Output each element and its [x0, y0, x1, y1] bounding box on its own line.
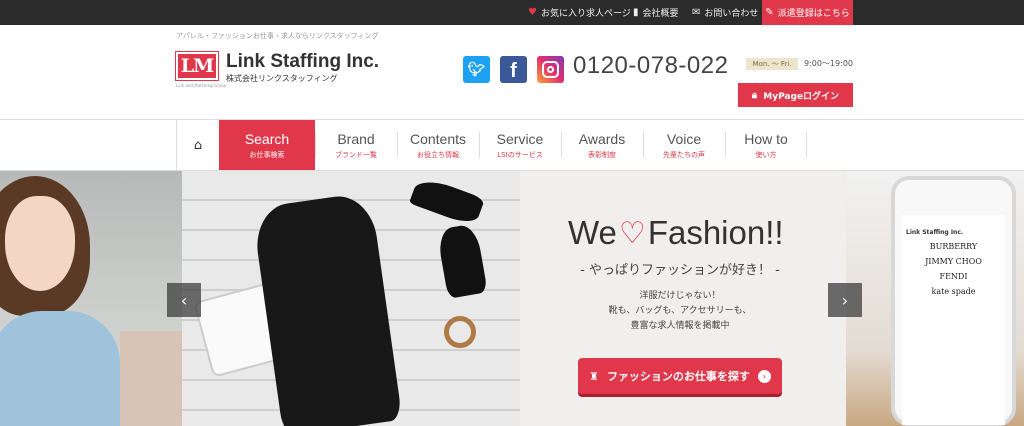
nav-label-jp: 表彰制度 — [588, 150, 616, 159]
find-fashion-jobs-button[interactable]: ♜ ファッションのお仕事を探す › — [578, 358, 782, 394]
prev-slide-image — [0, 171, 182, 426]
company-label: 会社概要 — [642, 9, 679, 19]
nav-item-service[interactable]: Service LSIのサービス — [479, 120, 561, 170]
nav-label-en: Brand — [337, 130, 375, 147]
mail-icon: ✉ — [692, 7, 701, 18]
mypage-login-button[interactable]: 🔒︎ MyPageログイン — [738, 83, 853, 107]
company-name-jp: 株式会社リンクスタッフィング — [226, 74, 338, 83]
nav-label-en: Awards — [578, 130, 626, 147]
company-name: Link Staffing Inc. — [226, 51, 380, 72]
hero-body-line: 豊富な求人情報を掲載中 — [630, 321, 730, 331]
company-link[interactable]: ▮ 会社概要 — [633, 0, 679, 25]
facebook-icon[interactable]: f — [500, 56, 527, 83]
chevron-right-icon: › — [757, 369, 771, 383]
chevron-right-icon: › — [841, 290, 849, 310]
nav-item-howto[interactable]: How to 使い方 — [725, 120, 807, 170]
slider-prev-button[interactable]: ‹ — [167, 283, 201, 317]
photo-dress — [251, 191, 403, 426]
logo-text: Link Staffing Inc. 株式会社リンクスタッフィング — [226, 52, 379, 84]
nav-label-jp: LSIのサービス — [497, 150, 543, 159]
nav-label-jp: ブランド一覧 — [335, 150, 377, 159]
nav-label-en: Voice — [666, 130, 702, 147]
hero-title-pre: We — [568, 214, 617, 251]
hero-slider: We ♡ Fashion!! - やっぱりファッションが好き！ - 洋服だけじゃ… — [0, 171, 1024, 426]
nav-label-en: Service — [496, 130, 544, 147]
business-days: Mon. ～ Fri. — [746, 58, 798, 70]
twitter-icon[interactable]: 🐦︎ — [463, 56, 490, 83]
chevron-left-icon: ‹ — [180, 290, 188, 310]
photo-bracelet — [444, 316, 476, 348]
next-slide-image: Link Staffing Inc. BURBERRY JIMMY CHOO F… — [846, 171, 1024, 426]
nav-item-voice[interactable]: Voice 先輩たちの声 — [643, 120, 725, 170]
brand-logo: kate spade — [931, 287, 976, 296]
model-body — [0, 311, 120, 426]
nav-label-jp: お役立ち情報 — [417, 150, 459, 159]
photo-shoe-heel — [436, 223, 488, 299]
current-slide: We ♡ Fashion!! - やっぱりファッションが好き！ - 洋服だけじゃ… — [182, 171, 846, 426]
favorites-link[interactable]: ♥ お気に入り求人ページ — [528, 0, 631, 25]
nav-label-jp: 先輩たちの声 — [663, 150, 705, 159]
nav-label-en: Contents — [409, 130, 467, 147]
global-nav: ⌂ Search お仕事検索 Brand ブランド一覧 Contents お役立… — [176, 120, 807, 170]
favorites-label: お気に入り求人ページ — [540, 9, 631, 19]
brand-logo: JIMMY CHOO — [925, 257, 982, 266]
lock-icon: 🔒︎ — [751, 89, 758, 101]
business-hours: 9:00～19:00 — [804, 59, 854, 68]
photo-shoe — [408, 174, 486, 228]
hero-description: 洋服だけじゃない！ 靴も、バッグも、アクセサリーも、 豊富な求人情報を掲載中 — [568, 289, 792, 334]
nav-label-en: Search — [244, 130, 290, 147]
hero-body-line: 洋服だけじゃない！ — [639, 291, 721, 301]
fashion-photo — [182, 171, 520, 426]
nav-item-awards[interactable]: Awards 表彰制度 — [561, 120, 643, 170]
nav-label-jp: お仕事検索 — [249, 150, 285, 159]
heart-icon: ♡ — [618, 216, 646, 250]
logo-subtext: Link and Matching Group — [176, 83, 227, 88]
nav-label-jp: 使い方 — [755, 150, 777, 159]
site-tagline: アパレル・ファッションお仕事・求人ならリンクスタッフィング — [176, 32, 379, 40]
nav-item-search[interactable]: Search お仕事検索 — [219, 120, 315, 170]
top-utility-bar: ♥ お気に入り求人ページ ▮ 会社概要 ✉ お問い合わせ ✎ 派遣登録はこちら — [0, 0, 1024, 25]
hero-body-line: 靴も、バッグも、アクセサリーも、 — [608, 306, 752, 316]
register-label: 派遣登録はこちら — [777, 9, 850, 19]
brand-logo: FENDI — [939, 272, 968, 281]
hanger-rack — [120, 331, 182, 426]
nav-item-contents[interactable]: Contents お役立ち情報 — [397, 120, 479, 170]
dress-form-icon: ♜ — [589, 369, 599, 383]
building-icon: ▮ — [633, 7, 639, 18]
heart-icon: ♥ — [528, 7, 537, 18]
phone-screen: Link Staffing Inc. BURBERRY JIMMY CHOO F… — [902, 215, 1005, 425]
nav-item-brand[interactable]: Brand ブランド一覧 — [315, 120, 397, 170]
smartphone-mockup: Link Staffing Inc. BURBERRY JIMMY CHOO F… — [891, 176, 1016, 426]
pencil-icon: ✎ — [765, 7, 774, 18]
hero-title: We ♡ Fashion!! — [568, 214, 784, 252]
slider-next-button[interactable]: › — [828, 283, 862, 317]
cta-label: ファッションのお仕事を探す — [606, 370, 750, 383]
hero-title-post: Fashion!! — [647, 214, 784, 251]
mypage-login-label: MyPageログイン — [763, 91, 840, 102]
contact-label: お問い合わせ — [704, 9, 759, 19]
phone-number: 0120-078-022 — [573, 52, 729, 79]
site-logo[interactable]: LM Link and Matching Group Link Staffing… — [175, 51, 379, 88]
model-face — [5, 196, 75, 291]
logo-mark: LM — [175, 51, 219, 81]
nav-label-en: How to — [744, 130, 788, 147]
register-button[interactable]: ✎ 派遣登録はこちら — [762, 0, 853, 25]
hero-subtitle: - やっぱりファッションが好き！ - — [580, 263, 780, 278]
brand-logo: BURBERRY — [929, 242, 978, 251]
phone-app-header: Link Staffing Inc. — [906, 229, 964, 236]
instagram-icon[interactable] — [537, 56, 564, 83]
home-icon[interactable]: ⌂ — [176, 120, 219, 170]
contact-link[interactable]: ✉ お問い合わせ — [692, 0, 758, 25]
